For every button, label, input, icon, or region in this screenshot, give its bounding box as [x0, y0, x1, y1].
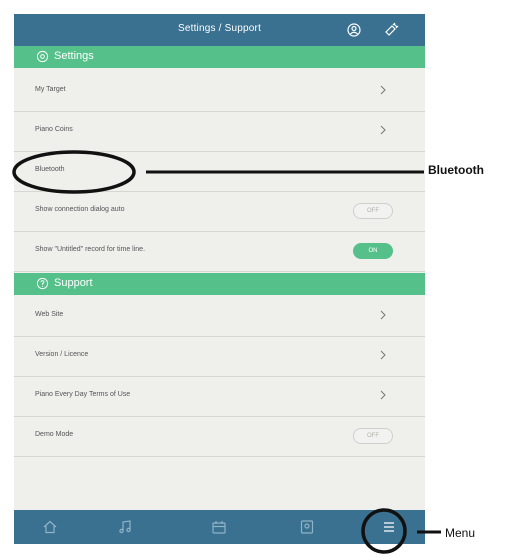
music-note-icon[interactable]	[117, 519, 133, 535]
row-label: Piano Coins	[35, 126, 73, 133]
support-row-demo-mode: Demo Mode OFF	[14, 417, 425, 457]
support-row-version-licence[interactable]: Version / Licence	[14, 337, 425, 377]
chevron-right-icon	[380, 310, 386, 320]
gear-icon	[36, 50, 49, 63]
calendar-icon[interactable]	[211, 519, 227, 535]
home-icon[interactable]	[42, 519, 58, 535]
question-icon	[36, 277, 49, 290]
row-label: My Target	[35, 86, 66, 93]
menu-icon[interactable]	[374, 512, 404, 542]
page-title: Settings / Support	[177, 23, 262, 34]
tab-bar	[14, 510, 425, 544]
row-label: Version / Licence	[35, 351, 89, 358]
settings-row-bluetooth[interactable]: Bluetooth	[14, 152, 425, 192]
support-section-header: Support	[14, 273, 425, 295]
app-screen: Settings / Support Settings My Target Pi…	[14, 14, 425, 544]
account-icon[interactable]	[346, 22, 362, 38]
settings-section-label: Settings	[54, 50, 94, 62]
menu-callout-label: Menu	[445, 526, 476, 540]
support-row-terms-of-use[interactable]: Piano Every Day Terms of Use	[14, 377, 425, 417]
settings-row-piano-coins[interactable]: Piano Coins	[14, 112, 425, 152]
settings-row-untitled-record: Show "Untitled" record for time line. ON	[14, 232, 425, 272]
chevron-right-icon	[380, 125, 386, 135]
row-label: Piano Every Day Terms of Use	[35, 391, 131, 398]
chevron-right-icon	[380, 350, 386, 360]
row-label: Bluetooth	[35, 166, 65, 173]
settings-row-my-target[interactable]: My Target	[14, 72, 425, 112]
support-row-web-site[interactable]: Web Site	[14, 297, 425, 337]
row-label: Web Site	[35, 311, 64, 318]
bluetooth-callout-label: Bluetooth	[428, 163, 484, 177]
chevron-right-icon	[380, 85, 386, 95]
settings-section-header: Settings	[14, 46, 425, 68]
settings-row-connection-dialog: Show connection dialog auto OFF	[14, 192, 425, 232]
chevron-right-icon	[380, 390, 386, 400]
untitled-record-toggle[interactable]: ON	[353, 243, 393, 259]
diary-icon[interactable]	[299, 519, 315, 535]
usb-link-icon[interactable]	[383, 22, 399, 38]
row-label: Show "Untitled" record for time line.	[35, 246, 146, 253]
row-label: Show connection dialog auto	[35, 206, 125, 213]
app-header: Settings / Support	[14, 14, 425, 46]
connection-dialog-toggle[interactable]: OFF	[353, 203, 393, 219]
row-label: Demo Mode	[35, 431, 74, 438]
support-section-label: Support	[54, 277, 93, 289]
demo-mode-toggle[interactable]: OFF	[353, 428, 393, 444]
